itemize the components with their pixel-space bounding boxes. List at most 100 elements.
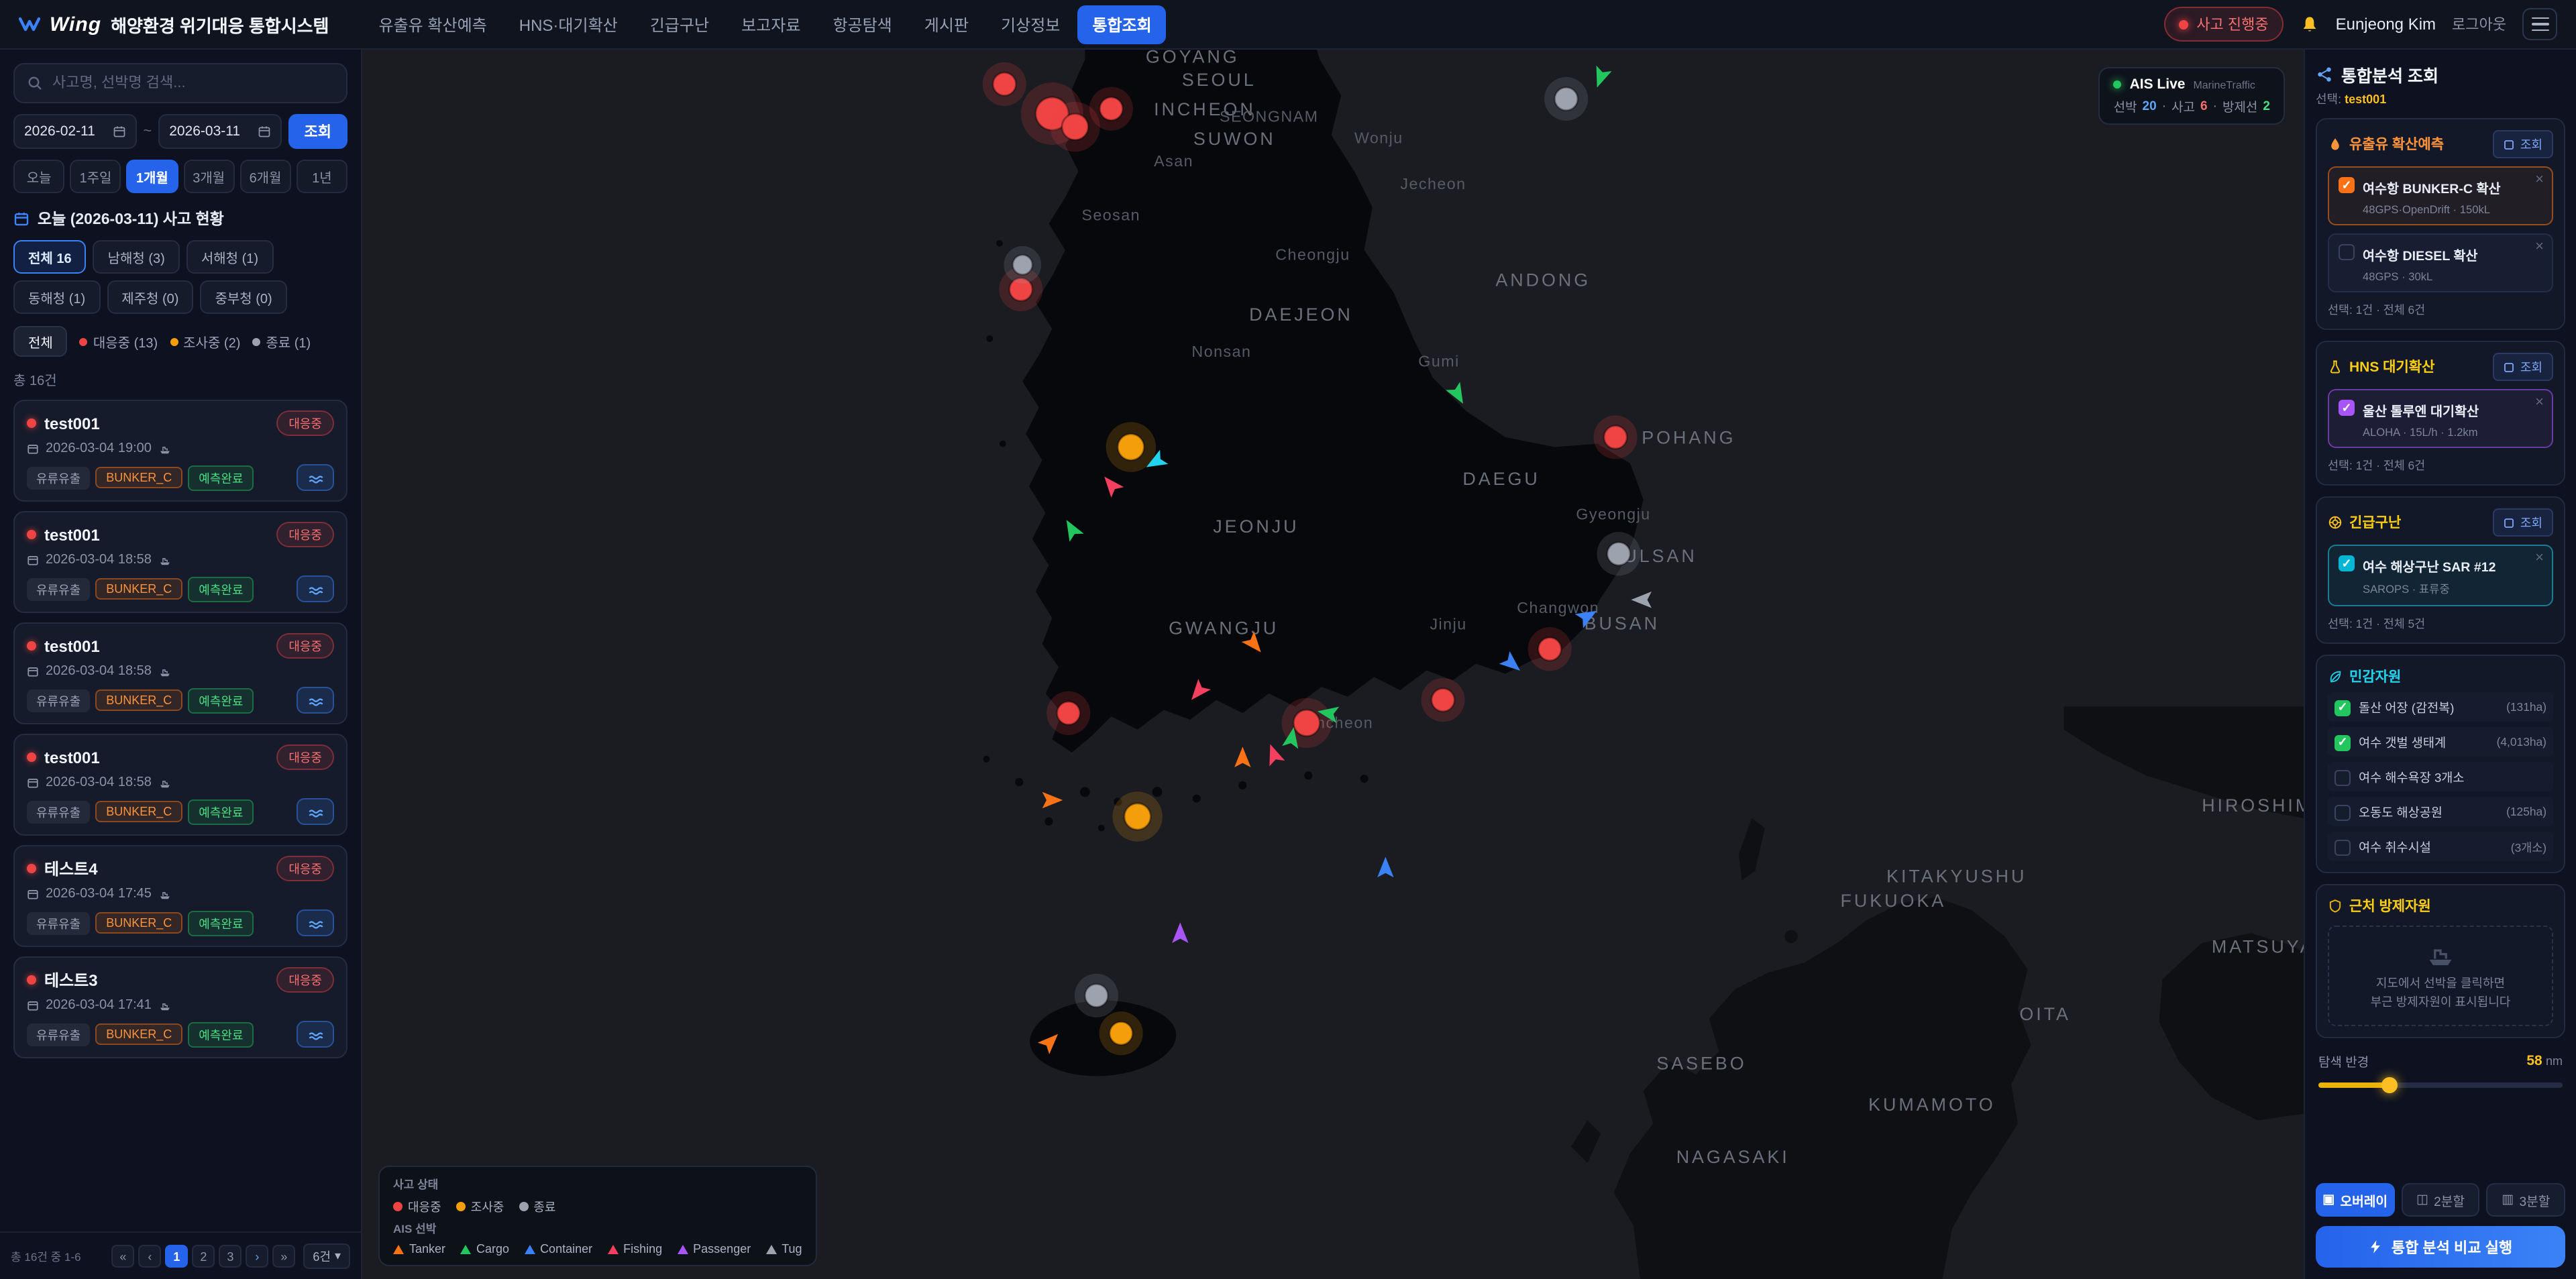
incident-marker-active[interactable] [983, 62, 1026, 106]
page-size-select[interactable]: 6건 ▾ [303, 1243, 350, 1269]
incident-in-progress-badge[interactable]: 사고 진행중 [2164, 7, 2283, 42]
checkbox[interactable] [2339, 555, 2355, 571]
range-today[interactable]: 오늘 [13, 160, 64, 193]
notification-bell-icon[interactable] [2300, 14, 2320, 34]
slider-knob[interactable] [2381, 1077, 2398, 1093]
status-filter-investigating[interactable]: 조사중 (2) [170, 331, 240, 351]
page-next-button[interactable]: › [246, 1245, 268, 1268]
view-spread-button[interactable] [297, 909, 334, 936]
page-prev-button[interactable]: ‹ [138, 1245, 161, 1268]
view-split2-button[interactable]: ◫ 2분할 [2401, 1183, 2479, 1217]
page-last-button[interactable]: » [272, 1245, 295, 1268]
incident-marker-closed[interactable] [1544, 77, 1588, 121]
close-icon[interactable]: × [2535, 240, 2544, 255]
ship-marker-cargo[interactable] [1589, 66, 1611, 91]
region-chip-seohae[interactable]: 서해청 (1) [186, 240, 273, 274]
range-6months[interactable]: 6개월 [239, 160, 290, 193]
sar-item-12[interactable]: 여수 해상구난 SAR #12SAROPS · 표류중 × [2328, 545, 2553, 606]
resource-water-intake[interactable]: 여수 취수시설 (3개소) [2328, 832, 2553, 861]
logout-button[interactable]: 로그아웃 [2452, 13, 2506, 35]
incident-marker-closed[interactable] [1597, 532, 1640, 575]
checkbox[interactable] [2339, 177, 2355, 193]
view-spread-button[interactable] [297, 798, 334, 825]
menu-item-aerial-search[interactable]: 항공탐색 [818, 5, 906, 44]
ship-marker-container[interactable] [1377, 856, 1393, 877]
region-chip-namhae[interactable]: 남해청 (3) [93, 240, 180, 274]
menu-item-hns[interactable]: HNS·대기확산 [504, 5, 633, 44]
view-spread-button[interactable] [297, 1021, 334, 1048]
checkbox[interactable] [2339, 244, 2355, 260]
oil-item-bunker-c[interactable]: 여수항 BUNKER-C 확산48GPS·OpenDrift · 150kL × [2328, 166, 2553, 225]
view-spread-button[interactable] [297, 687, 334, 714]
incident-marker-active[interactable] [1046, 691, 1090, 735]
menu-item-reports[interactable]: 보고자료 [727, 5, 815, 44]
region-chip-jungbu[interactable]: 중부청 (0) [200, 280, 286, 314]
region-chip-all[interactable]: 전체 16 [13, 240, 87, 274]
status-filter-all[interactable]: 전체 [13, 326, 68, 357]
resource-beaches[interactable]: 여수 해수욕장 3개소 [2328, 762, 2553, 791]
incident-marker-active[interactable] [1421, 678, 1464, 722]
oil-item-diesel[interactable]: 여수항 DIESEL 확산48GPS · 30kL × [2328, 233, 2553, 292]
incident-marker-active[interactable] [1089, 87, 1133, 131]
sar-query-button[interactable]: 조회 [2493, 508, 2553, 537]
date-from-field[interactable]: 2026-02-11 [13, 114, 136, 149]
incident-card[interactable]: test001 대응중 2026-03-04 18:58 유류유출 BUNKER… [13, 511, 347, 613]
close-icon[interactable]: × [2535, 173, 2544, 188]
incident-marker-closed[interactable] [1075, 974, 1118, 1017]
date-to-field[interactable]: 2026-03-11 [158, 114, 281, 149]
view-overlay-button[interactable]: ▣ 오버레이 [2316, 1183, 2394, 1217]
incident-marker-active[interactable] [1528, 627, 1572, 671]
incident-marker-active[interactable] [1594, 415, 1638, 459]
incident-marker-closed[interactable] [1004, 246, 1041, 284]
ship-marker-tug[interactable] [1631, 592, 1652, 608]
checkbox[interactable] [2334, 700, 2351, 716]
region-chip-donghae[interactable]: 동해청 (1) [13, 280, 100, 314]
menu-item-oil-spill[interactable]: 유출유 확산예측 [364, 5, 502, 44]
resource-tidal-flat[interactable]: 여수 갯벌 생태계 (4,013ha) [2328, 727, 2553, 757]
page-2-button[interactable]: 2 [192, 1245, 215, 1268]
checkbox[interactable] [2339, 400, 2355, 416]
page-first-button[interactable]: « [111, 1245, 134, 1268]
hamburger-menu-icon[interactable] [2522, 8, 2557, 40]
incident-card[interactable]: 테스트3 대응중 2026-03-04 17:41 유류유출 BUNKER_C … [13, 956, 347, 1058]
menu-item-weather[interactable]: 기상정보 [986, 5, 1075, 44]
menu-item-integrated-view[interactable]: 통합조회 [1077, 5, 1166, 44]
resource-marine-park[interactable]: 오동도 해상공원 (125ha) [2328, 797, 2553, 826]
run-analysis-button[interactable]: 통합 분석 비교 실행 [2316, 1226, 2565, 1268]
checkbox[interactable] [2334, 804, 2351, 820]
menu-item-rescue[interactable]: 긴급구난 [635, 5, 724, 44]
incident-card[interactable]: test001 대응중 2026-03-04 18:58 유류유출 BUNKER… [13, 622, 347, 724]
menu-item-board[interactable]: 게시판 [910, 5, 983, 44]
ship-marker-passenger[interactable] [1172, 922, 1188, 943]
radius-slider[interactable] [2318, 1082, 2563, 1088]
checkbox[interactable] [2334, 734, 2351, 750]
date-search-button[interactable]: 조회 [288, 114, 348, 149]
region-chip-jeju[interactable]: 제주청 (0) [107, 280, 193, 314]
close-icon[interactable]: × [2535, 396, 2544, 410]
checkbox[interactable] [2334, 839, 2351, 855]
range-3months[interactable]: 3개월 [183, 160, 234, 193]
map-area[interactable]: GOYANGSEOULINCHEONSEONGNAMSUWONWonjuAsan… [362, 50, 2304, 1279]
status-filter-closed[interactable]: 종료 (1) [252, 331, 311, 351]
view-spread-button[interactable] [297, 464, 334, 491]
view-spread-button[interactable] [297, 575, 334, 602]
hns-query-button[interactable]: 조회 [2493, 353, 2553, 381]
incident-marker-investigating[interactable] [1099, 1011, 1143, 1055]
checkbox[interactable] [2334, 769, 2351, 785]
incident-card[interactable]: 테스트4 대응중 2026-03-04 17:45 유류유출 BUNKER_C … [13, 845, 347, 947]
incident-card[interactable]: test001 대응중 2026-03-04 19:00 유류유출 BUNKER… [13, 400, 347, 502]
range-1week[interactable]: 1주일 [70, 160, 121, 193]
ship-marker-tanker[interactable] [1234, 746, 1250, 767]
resource-fishery[interactable]: 돌산 어장 (감전복) (131ha) [2328, 692, 2553, 722]
view-split3-button[interactable]: ▥ 3분할 [2487, 1183, 2565, 1217]
incident-card[interactable]: test001 대응중 2026-03-04 18:58 유류유출 BUNKER… [13, 734, 347, 836]
incident-marker-investigating[interactable] [1112, 791, 1162, 841]
status-filter-active[interactable]: 대응중 (13) [80, 331, 158, 351]
ship-marker-tanker[interactable] [1042, 792, 1063, 808]
page-1-button[interactable]: 1 [165, 1245, 188, 1268]
search-input[interactable] [52, 75, 334, 91]
ship-marker-fishing[interactable] [1263, 741, 1285, 766]
page-3-button[interactable]: 3 [219, 1245, 241, 1268]
range-1year[interactable]: 1년 [297, 160, 347, 193]
range-1month[interactable]: 1개월 [127, 160, 178, 193]
